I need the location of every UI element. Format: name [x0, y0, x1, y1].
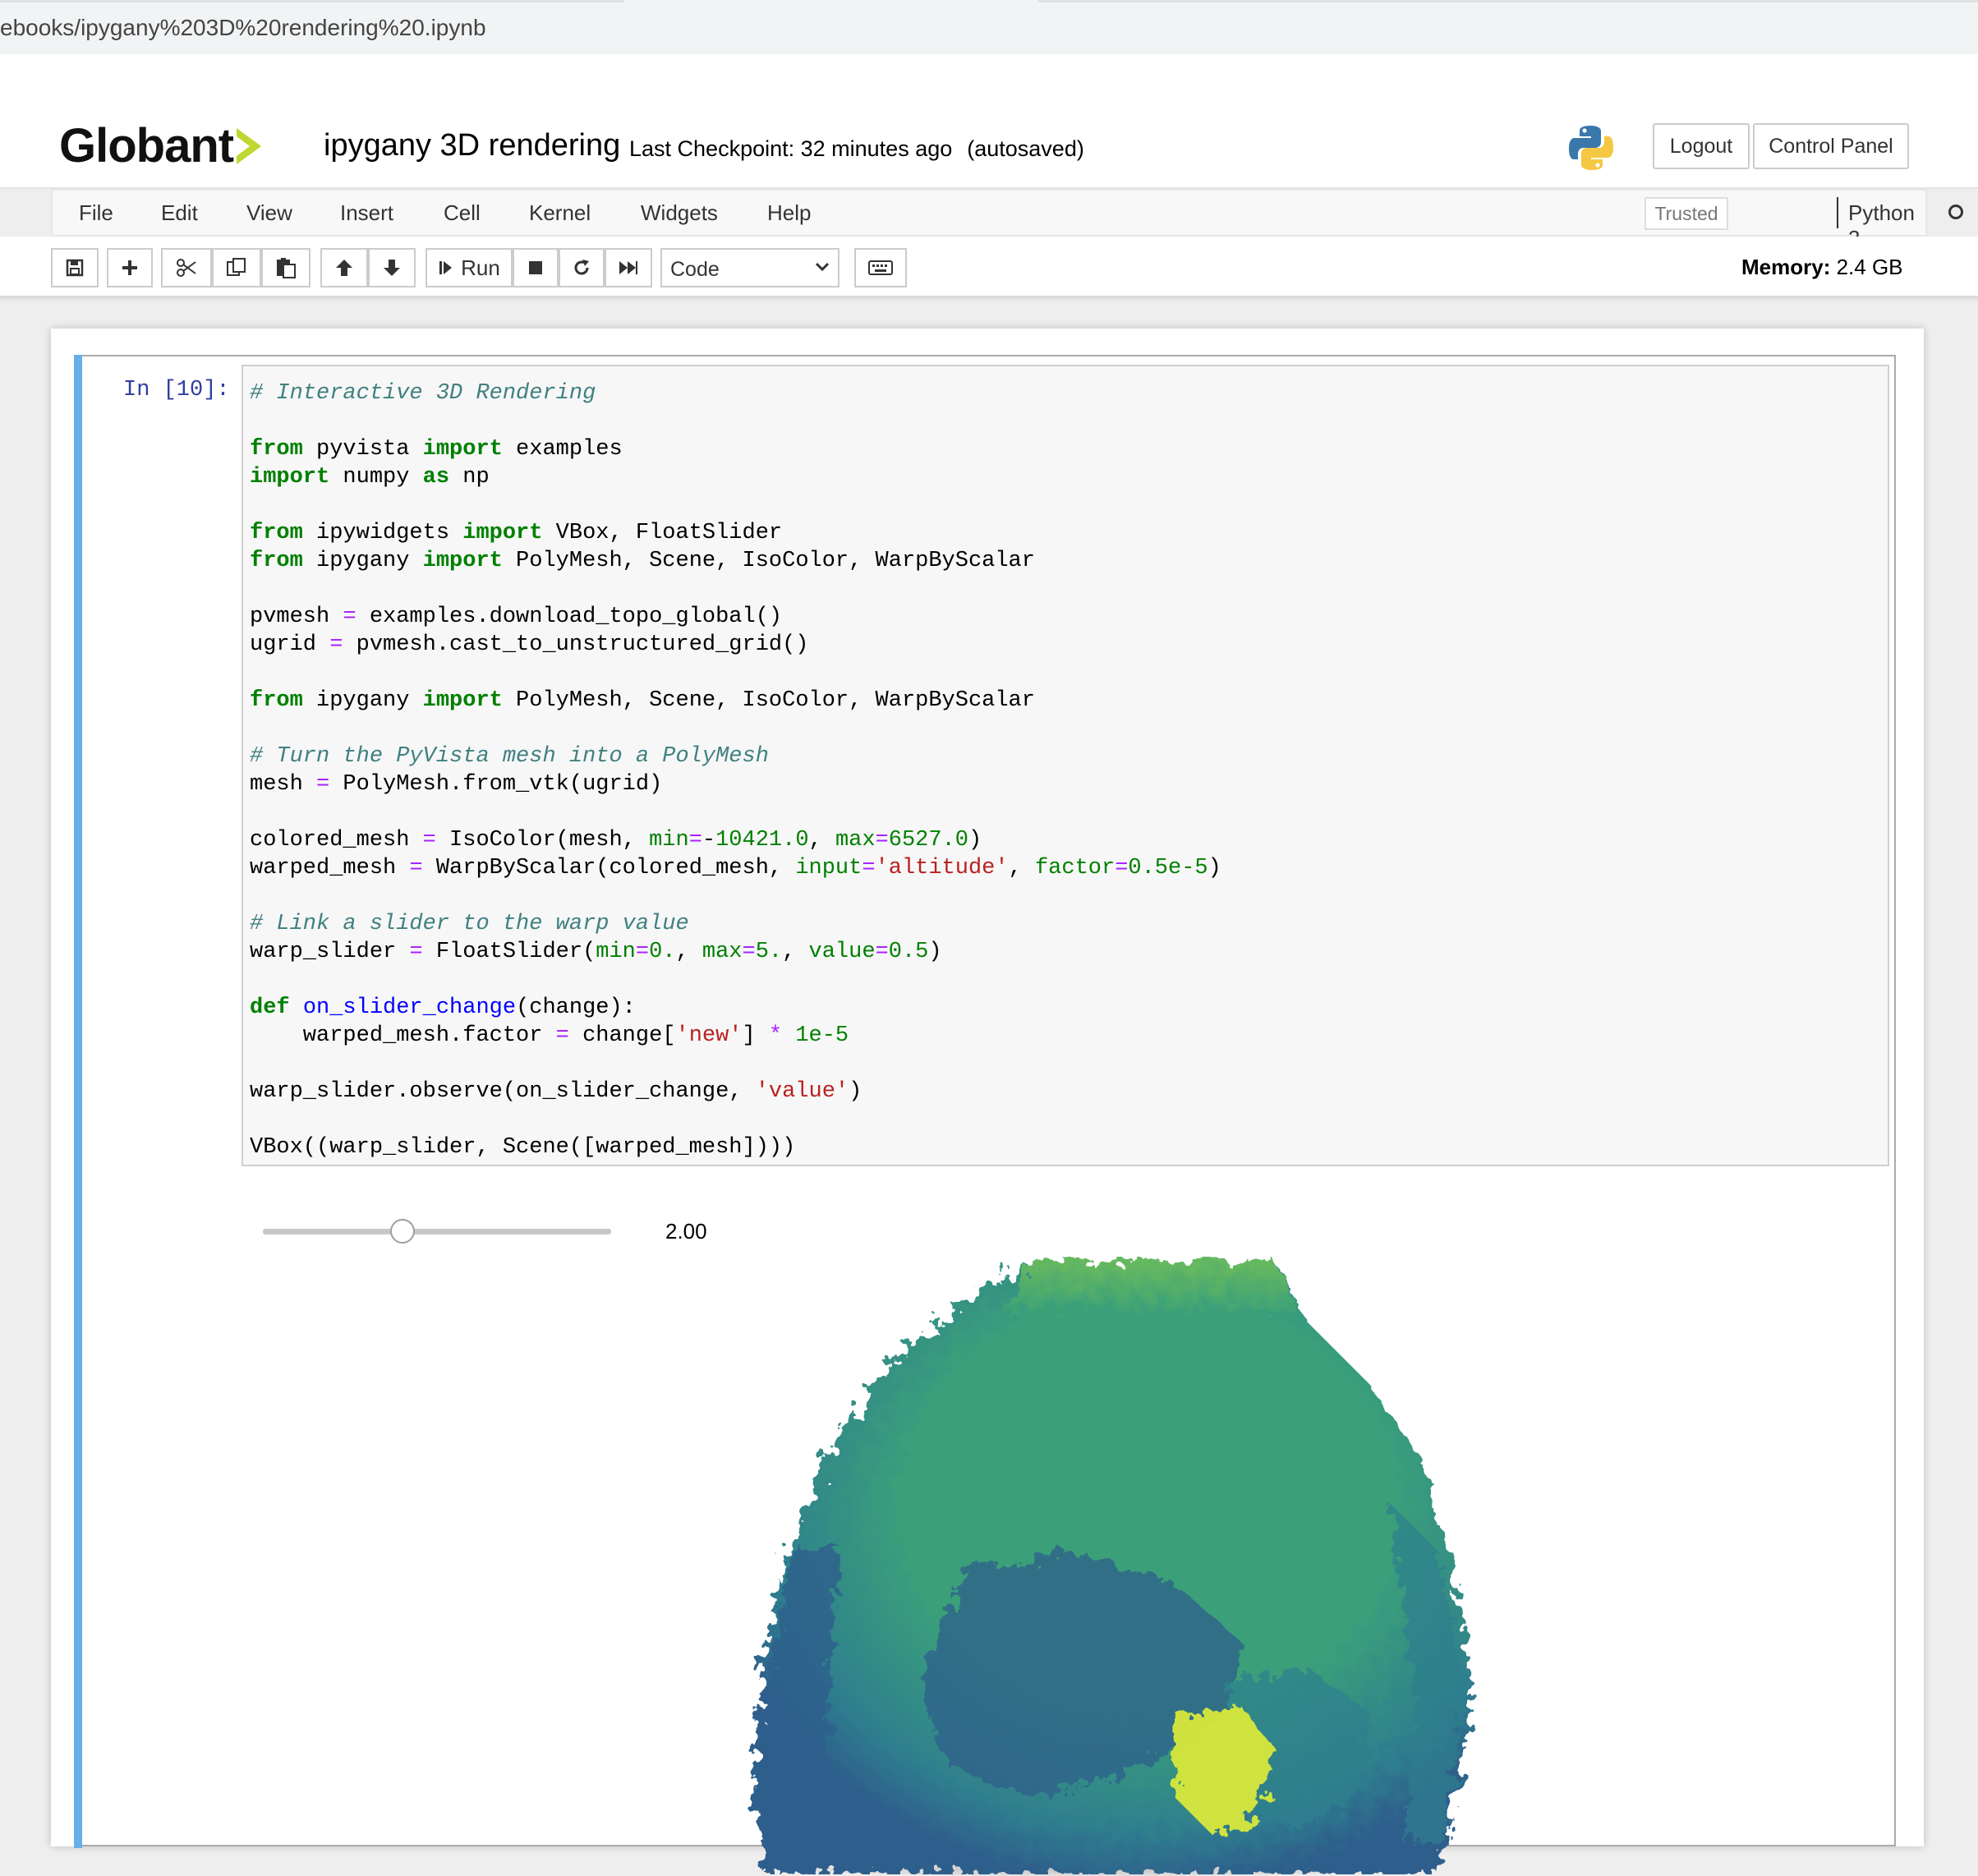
memory-usage: Memory: 2.4 GB — [1741, 255, 1903, 280]
menu-widgets[interactable]: Widgets — [641, 200, 718, 226]
plus-icon — [122, 260, 137, 275]
move-cell-down-button[interactable] — [368, 248, 416, 287]
code-cell[interactable]: In [10]: # Interactive 3D Rendering from… — [74, 355, 1896, 1876]
menu-view[interactable]: View — [246, 200, 292, 226]
paste-icon — [277, 258, 296, 278]
trusted-indicator[interactable]: Trusted — [1644, 197, 1728, 230]
arrow-down-icon — [384, 260, 400, 276]
chevron-down-icon — [815, 262, 830, 272]
browser-tab-divider — [0, 0, 624, 2]
interrupt-kernel-button[interactable] — [513, 248, 559, 287]
move-cell-up-button[interactable] — [320, 248, 368, 287]
logout-button[interactable]: Logout — [1653, 123, 1750, 169]
notebook-container: In [10]: # Interactive 3D Rendering from… — [51, 329, 1924, 1876]
menu-cell[interactable]: Cell — [444, 200, 481, 226]
copy-cell-button[interactable] — [212, 248, 261, 287]
checkpoint-text: Last Checkpoint: 32 minutes ago — [629, 136, 953, 161]
menu-edit[interactable]: Edit — [161, 200, 198, 226]
code-text[interactable]: # Interactive 3D Rendering from pyvista … — [250, 379, 1221, 1161]
copy-icon — [227, 258, 246, 276]
save-button[interactable] — [51, 248, 99, 287]
menu-insert[interactable]: Insert — [340, 200, 393, 226]
browser-address-bar: ebooks/ipygany%203D%20rendering%20.ipynb — [0, 0, 1978, 54]
notebook-header: Globant ipygany 3D rendering Last Checkp… — [0, 113, 1978, 189]
globant-logo[interactable]: Globant — [59, 118, 234, 173]
control-panel-button[interactable]: Control Panel — [1753, 123, 1909, 169]
menu-file[interactable]: File — [79, 200, 113, 226]
toolbar-shadow — [0, 296, 1978, 302]
code-editor[interactable]: # Interactive 3D Rendering from pyvista … — [242, 365, 1889, 1166]
warp-slider-track[interactable] — [263, 1229, 611, 1235]
run-button[interactable]: Run — [426, 248, 513, 287]
menu-kernel[interactable]: Kernel — [529, 200, 591, 226]
url-text[interactable]: ebooks/ipygany%203D%20rendering%20.ipynb — [0, 15, 486, 41]
logo-arrow-icon — [237, 128, 261, 164]
stop-icon — [529, 261, 542, 274]
checkpoint-status: Last Checkpoint: 32 minutes ago (autosave… — [629, 136, 1084, 162]
cell-type-select[interactable]: Code — [660, 248, 840, 287]
warp-slider-value[interactable]: 2.00 — [665, 1219, 707, 1244]
warp-slider-handle[interactable] — [389, 1219, 415, 1244]
cell-selected-indicator — [74, 355, 82, 1848]
scissors-icon — [177, 259, 196, 277]
notebook-title[interactable]: ipygany 3D rendering — [324, 128, 620, 163]
globe-mesh — [753, 1260, 1472, 1874]
cut-cell-button[interactable] — [161, 248, 212, 287]
restart-run-all-button[interactable] — [605, 248, 652, 287]
command-palette-button[interactable] — [854, 248, 907, 287]
autosave-status: (autosaved) — [967, 136, 1084, 161]
browser-content-top — [0, 54, 1978, 115]
scene-3d-view[interactable] — [651, 1257, 1554, 1874]
restart-icon — [574, 260, 589, 275]
paste-cell-button[interactable] — [261, 248, 310, 287]
arrow-up-icon — [336, 260, 352, 276]
toolbar: Run Code Memory: 2.4 GB — [0, 237, 1978, 296]
kernel-idle-icon — [1948, 205, 1963, 219]
python-logo-icon — [1569, 126, 1613, 170]
run-label: Run — [461, 255, 500, 280]
restart-kernel-button[interactable] — [559, 248, 605, 287]
menubar: File Edit View Insert Cell Kernel Widget… — [51, 189, 1963, 251]
fast-forward-icon — [619, 261, 637, 274]
step-forward-icon — [439, 261, 453, 274]
save-icon — [66, 259, 84, 277]
keyboard-icon — [868, 260, 893, 275]
kernel-separator — [1837, 197, 1838, 228]
menu-help[interactable]: Help — [767, 200, 811, 226]
insert-cell-button[interactable] — [107, 248, 153, 287]
browser-tab-divider — [1038, 0, 1978, 2]
cell-type-value: Code — [670, 258, 720, 281]
memory-label: Memory: — [1741, 255, 1831, 279]
memory-value: 2.4 GB — [1836, 255, 1903, 279]
input-prompt: In [10]: — [123, 378, 230, 402]
